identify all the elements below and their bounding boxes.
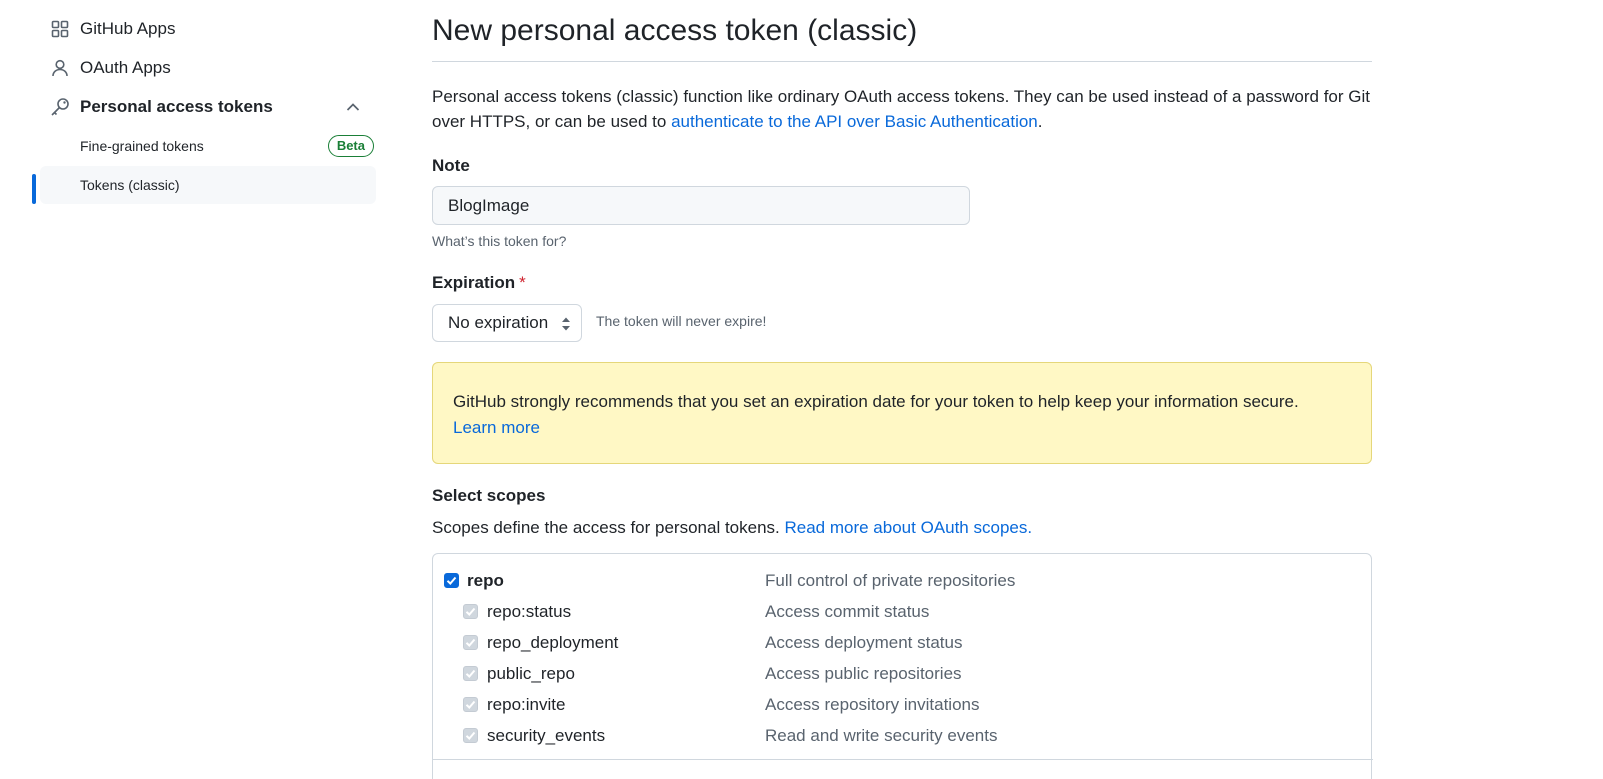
scope-checkbox[interactable] <box>463 697 478 712</box>
sidebar-item-label: OAuth Apps <box>80 58 171 77</box>
expiration-note: The token will never expire! <box>596 313 767 329</box>
scope-name: repo <box>467 571 504 590</box>
scope-row-security-events: security_events Read and write security … <box>433 722 1373 750</box>
active-indicator <box>32 174 36 204</box>
beta-badge: Beta <box>327 135 374 157</box>
scope-description: Access deployment status <box>765 633 963 652</box>
scopes-list: repo Full control of private repositorie… <box>432 553 1373 779</box>
sidebar-item-label: Personal access tokens <box>80 97 273 116</box>
sidebar-item-oauth-apps[interactable]: OAuth Apps <box>30 49 376 87</box>
sidebar-item-label: GitHub Apps <box>80 19 176 38</box>
scope-checkbox[interactable] <box>463 635 478 650</box>
key-icon <box>50 97 70 117</box>
scope-checkbox[interactable] <box>444 573 459 588</box>
sidebar-subitem-label: Tokens (classic) <box>80 177 180 193</box>
learn-more-link[interactable]: Learn more <box>453 418 540 437</box>
scope-description: Access repository invitations <box>765 695 980 714</box>
chevron-up-icon[interactable] <box>344 98 362 116</box>
scope-name: repo:status <box>487 602 572 621</box>
apps-grid-icon <box>50 19 70 39</box>
scope-description: Read and write security events <box>765 726 998 745</box>
expiration-selected-value: No expiration <box>448 313 549 332</box>
person-icon <box>50 58 70 78</box>
oauth-scopes-link[interactable]: Read more about OAuth scopes. <box>784 518 1032 537</box>
scope-checkbox[interactable] <box>463 666 478 681</box>
scope-name: repo:invite <box>487 695 566 714</box>
expiration-warning-banner: GitHub strongly recommends that you set … <box>432 362 1372 464</box>
scope-checkbox[interactable] <box>463 728 478 743</box>
sidebar-subitem-tokens-classic[interactable]: Tokens (classic) <box>40 166 376 204</box>
scope-row-repo-invite: repo:invite Access repository invitation… <box>433 691 1373 719</box>
scopes-desc-text: Scopes define the access for personal to… <box>432 518 785 537</box>
select-arrows-icon <box>561 316 571 332</box>
warning-text: GitHub strongly recommends that you set … <box>453 392 1299 411</box>
scope-group-divider <box>433 759 1373 760</box>
scope-checkbox[interactable] <box>463 604 478 619</box>
title-divider <box>432 61 1372 62</box>
expiration-label-text: Expiration <box>432 273 516 292</box>
scope-row-repo-deployment: repo_deployment Access deployment status <box>433 629 1373 657</box>
basic-auth-link[interactable]: authenticate to the API over Basic Authe… <box>671 112 1038 131</box>
sidebar-item-github-apps[interactable]: GitHub Apps <box>30 10 376 48</box>
note-help-text: What’s this token for? <box>432 233 567 249</box>
scope-description: Full control of private repositories <box>765 571 1016 590</box>
page-title: New personal access token (classic) <box>432 14 918 47</box>
sidebar-subitem-fine-grained-tokens[interactable]: Fine-grained tokens Beta <box>40 127 376 165</box>
scope-name: public_repo <box>487 664 575 683</box>
expiration-label: Expiration * <box>432 273 526 293</box>
note-label: Note <box>432 156 470 175</box>
select-scopes-heading: Select scopes <box>432 486 546 505</box>
scopes-description: Scopes define the access for personal to… <box>432 518 1032 538</box>
scope-description: Access commit status <box>765 602 930 621</box>
scope-description: Access public repositories <box>765 664 962 683</box>
intro-text: Personal access tokens (classic) functio… <box>432 84 1372 134</box>
scope-row-public-repo: public_repo Access public repositories <box>433 660 1373 688</box>
sidebar-item-personal-access-tokens[interactable]: Personal access tokens <box>30 88 376 126</box>
note-input[interactable] <box>432 186 970 225</box>
scope-name: security_events <box>487 726 606 745</box>
sidebar-subitem-label: Fine-grained tokens <box>80 138 204 154</box>
scope-name: repo_deployment <box>487 633 619 652</box>
intro-end: . <box>1037 112 1043 131</box>
scope-row-repo-status: repo:status Access commit status <box>433 598 1373 626</box>
scope-row-repo: repo Full control of private repositorie… <box>433 567 1373 595</box>
expiration-select[interactable]: No expiration <box>432 304 582 342</box>
required-mark: * <box>519 273 526 292</box>
